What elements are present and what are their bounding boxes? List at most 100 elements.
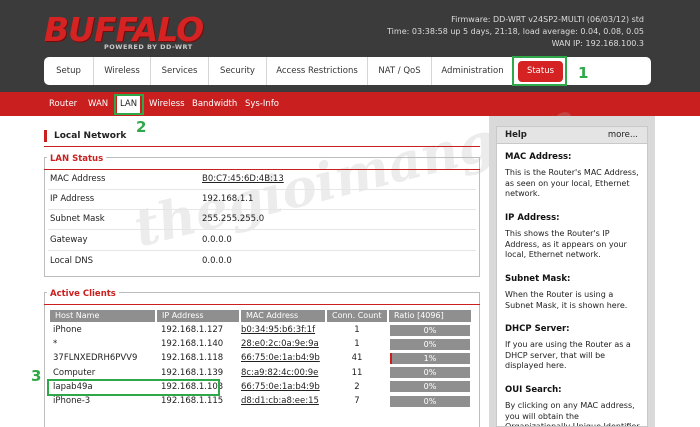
gateway-label: Gateway	[50, 235, 88, 245]
client-mac-address[interactable]: 8c:a9:82:4c:00:9e	[241, 366, 325, 380]
client-ip-address: 192.168.1.118	[161, 353, 224, 364]
client-ip-address: 192.168.1.127	[161, 325, 224, 335]
active-clients-divider	[44, 304, 480, 305]
help-item-dhcp: DHCP Server: If you are using the Router…	[505, 324, 643, 372]
logo-subtext: POWERED BY DD-WRT	[104, 43, 193, 51]
help-item-text: If you are using the Router as a DHCP se…	[505, 340, 631, 370]
mac-address-label: MAC Address	[50, 174, 106, 184]
row-divider	[48, 189, 476, 190]
client-host-name: iPhone	[53, 325, 82, 335]
client-ratio-text: 1%	[423, 353, 437, 363]
col-conn-count[interactable]: Conn. Count	[327, 310, 387, 322]
col-mac-address[interactable]: MAC Address	[241, 310, 325, 322]
client-ratio-bar: 0%	[390, 395, 470, 407]
help-item-title: OUI Search:	[505, 385, 562, 395]
tab-wireless[interactable]: Wireless	[94, 57, 151, 85]
client-mac-address[interactable]: 66:75:0e:1a:b4:9b	[241, 351, 325, 365]
help-item-oui: OUI Search: By clicking on any MAC addre…	[505, 385, 643, 427]
help-item-ip: IP Address: This shows the Router's IP A…	[505, 213, 643, 261]
help-header: Help more...	[497, 127, 647, 144]
tab-services[interactable]: Services	[151, 57, 209, 85]
tab-nat-qos[interactable]: NAT / QoS	[368, 57, 432, 85]
subtab-wan[interactable]: WAN	[88, 92, 108, 116]
client-ratio-text: 0%	[423, 339, 437, 349]
client-ip-address: 192.168.1.115	[161, 396, 224, 406]
local-dns-label: Local DNS	[50, 256, 94, 266]
active-clients-legend: Active Clients	[47, 289, 119, 299]
annotation-3: 3	[31, 367, 42, 385]
help-panel: Help more... MAC Address: This is the Ro…	[489, 116, 655, 427]
client-mac-address[interactable]: b0:34:95:b6:3f:1f	[241, 323, 325, 337]
ip-address-value: 192.168.1.1	[202, 194, 254, 204]
ratio-fill	[390, 352, 392, 364]
client-ratio-text: 0%	[423, 396, 437, 406]
ip-address-label: IP Address	[50, 194, 95, 204]
client-ratio-bar: 0%	[390, 381, 470, 393]
client-conn-count: 1	[354, 339, 360, 350]
client-conn-count: 2	[354, 381, 360, 392]
client-ratio-text: 0%	[423, 368, 437, 378]
client-ratio-bar: 0%	[390, 338, 470, 350]
help-item-title: IP Address:	[505, 213, 560, 223]
client-conn-count: 7	[354, 396, 360, 406]
tab-administration[interactable]: Administration	[432, 57, 514, 85]
row-divider	[48, 229, 476, 230]
annotation-2: 2	[136, 118, 147, 136]
title-divider	[44, 146, 480, 147]
client-mac-address[interactable]: 28:e0:2c:0a:9e:9a	[241, 337, 325, 351]
client-conn-count: 1	[354, 325, 360, 335]
firmware-version: Firmware: DD-WRT v24SP2-MULTI (06/03/12)…	[451, 15, 644, 24]
client-ratio-text: 0%	[423, 325, 437, 335]
col-ip-address[interactable]: IP Address	[157, 310, 239, 322]
lan-highlight-box	[114, 94, 144, 115]
client-ratio-bar: 0%	[390, 367, 470, 379]
firmware-info: Firmware: DD-WRT v24SP2-MULTI (06/03/12)…	[387, 14, 644, 50]
help-item-text: This is the Router's MAC Address, as see…	[505, 168, 639, 198]
mac-address-value[interactable]: B0:C7:45:6D:4B:13	[202, 174, 284, 184]
row-divider	[48, 209, 476, 210]
subtab-bandwidth[interactable]: Bandwidth	[192, 92, 237, 116]
col-ratio[interactable]: Ratio [4096]	[389, 310, 471, 322]
subtab-sys-info[interactable]: Sys-Info	[245, 92, 279, 116]
help-item-text: This shows the Router's IP Address, as i…	[505, 229, 627, 259]
help-more-link[interactable]: more...	[608, 130, 638, 140]
help-box: Help more... MAC Address: This is the Ro…	[496, 126, 648, 427]
help-item-title: DHCP Server:	[505, 324, 570, 334]
wan-ip: WAN IP: 192.168.100.3	[551, 39, 644, 48]
client-conn-count: 41	[351, 353, 363, 364]
lan-status-divider	[44, 169, 480, 170]
subtab-router[interactable]: Router	[49, 92, 77, 116]
client-mac-address[interactable]: 66:75:0e:1a:b4:9b	[241, 380, 325, 394]
gateway-value: 0.0.0.0	[202, 235, 232, 245]
client-conn-count: 11	[351, 367, 363, 378]
client-ratio-text: 0%	[423, 382, 437, 392]
help-item-mac: MAC Address: This is the Router's MAC Ad…	[505, 152, 643, 200]
help-item-title: MAC Address:	[505, 152, 572, 162]
client-ip-address: 192.168.1.139	[161, 367, 224, 378]
status-highlight-box	[512, 56, 567, 86]
client-ratio-bar: 0%	[390, 324, 470, 336]
uptime: Time: 03:38:58 up 5 days, 21:18, load av…	[387, 27, 644, 36]
subtab-wireless[interactable]: Wireless	[149, 92, 185, 116]
sub-nav: Router WAN LAN Wireless Bandwidth Sys-In…	[0, 92, 700, 116]
client-ratio-bar: 1%	[390, 352, 470, 364]
local-dns-value: 0.0.0.0	[202, 256, 232, 266]
client-host-name: *	[53, 339, 58, 350]
col-host-name[interactable]: Host Name	[50, 310, 155, 322]
help-item-text: When the Router is using a Subnet Mask, …	[505, 290, 628, 310]
help-item-subnet: Subnet Mask: When the Router is using a …	[505, 274, 643, 311]
subnet-mask-label: Subnet Mask	[50, 214, 105, 224]
client-highlight-box	[47, 379, 220, 396]
tab-security[interactable]: Security	[209, 57, 267, 85]
help-item-text: By clicking on any MAC address, you will…	[505, 401, 640, 427]
page-title: Local Network	[44, 130, 126, 142]
subnet-mask-value: 255.255.255.0	[202, 214, 265, 224]
row-divider	[48, 250, 476, 251]
tab-access-restrictions[interactable]: Access Restrictions	[267, 57, 368, 85]
client-host-name: 37FLNXEDRH6PVV9	[53, 353, 138, 364]
header: BUFFALO POWERED BY DD-WRT Firmware: DD-W…	[0, 0, 700, 92]
tab-setup[interactable]: Setup	[44, 57, 94, 85]
client-mac-address[interactable]: d8:d1:cb:a8:ee:15	[241, 394, 325, 408]
buffalo-logo: BUFFALO POWERED BY DD-WRT	[44, 10, 204, 54]
help-item-title: Subnet Mask:	[505, 274, 571, 284]
